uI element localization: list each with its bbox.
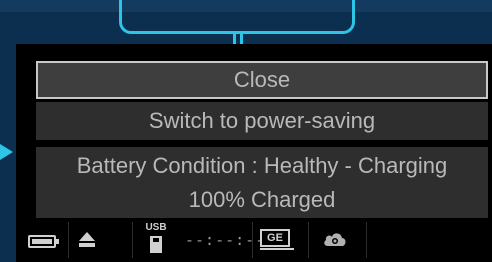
close-button[interactable]: Close <box>36 61 488 99</box>
power-saving-label: Switch to power-saving <box>148 108 376 133</box>
divider <box>252 222 253 258</box>
divider <box>132 222 133 258</box>
status-bar: USB --:--:-- GE <box>16 218 492 262</box>
time-display: --:--:-- <box>185 231 266 249</box>
cloud-icon[interactable] <box>322 230 348 250</box>
battery-condition-text: Battery Condition : Healthy - Charging <box>76 153 448 178</box>
charge-status-text: 100% Charged <box>188 187 336 212</box>
divider <box>366 222 367 258</box>
power-saving-button[interactable]: Switch to power-saving <box>36 102 488 140</box>
usb-label: USB <box>145 222 167 233</box>
divider <box>68 222 69 258</box>
network-icon[interactable]: GE <box>260 229 294 251</box>
usb-icon[interactable]: USB <box>143 222 169 256</box>
battery-info-panel: Battery Condition : Healthy - Charging 1… <box>36 147 488 219</box>
system-status-popup: Close Switch to power-saving Battery Con… <box>16 44 492 219</box>
eject-icon[interactable] <box>79 232 95 250</box>
battery-icon[interactable] <box>28 235 59 248</box>
divider <box>308 222 309 258</box>
callout-arrow-icon <box>0 144 13 160</box>
network-label: GE <box>260 229 290 247</box>
close-button-label: Close <box>233 67 291 92</box>
callout-bracket <box>119 0 355 34</box>
